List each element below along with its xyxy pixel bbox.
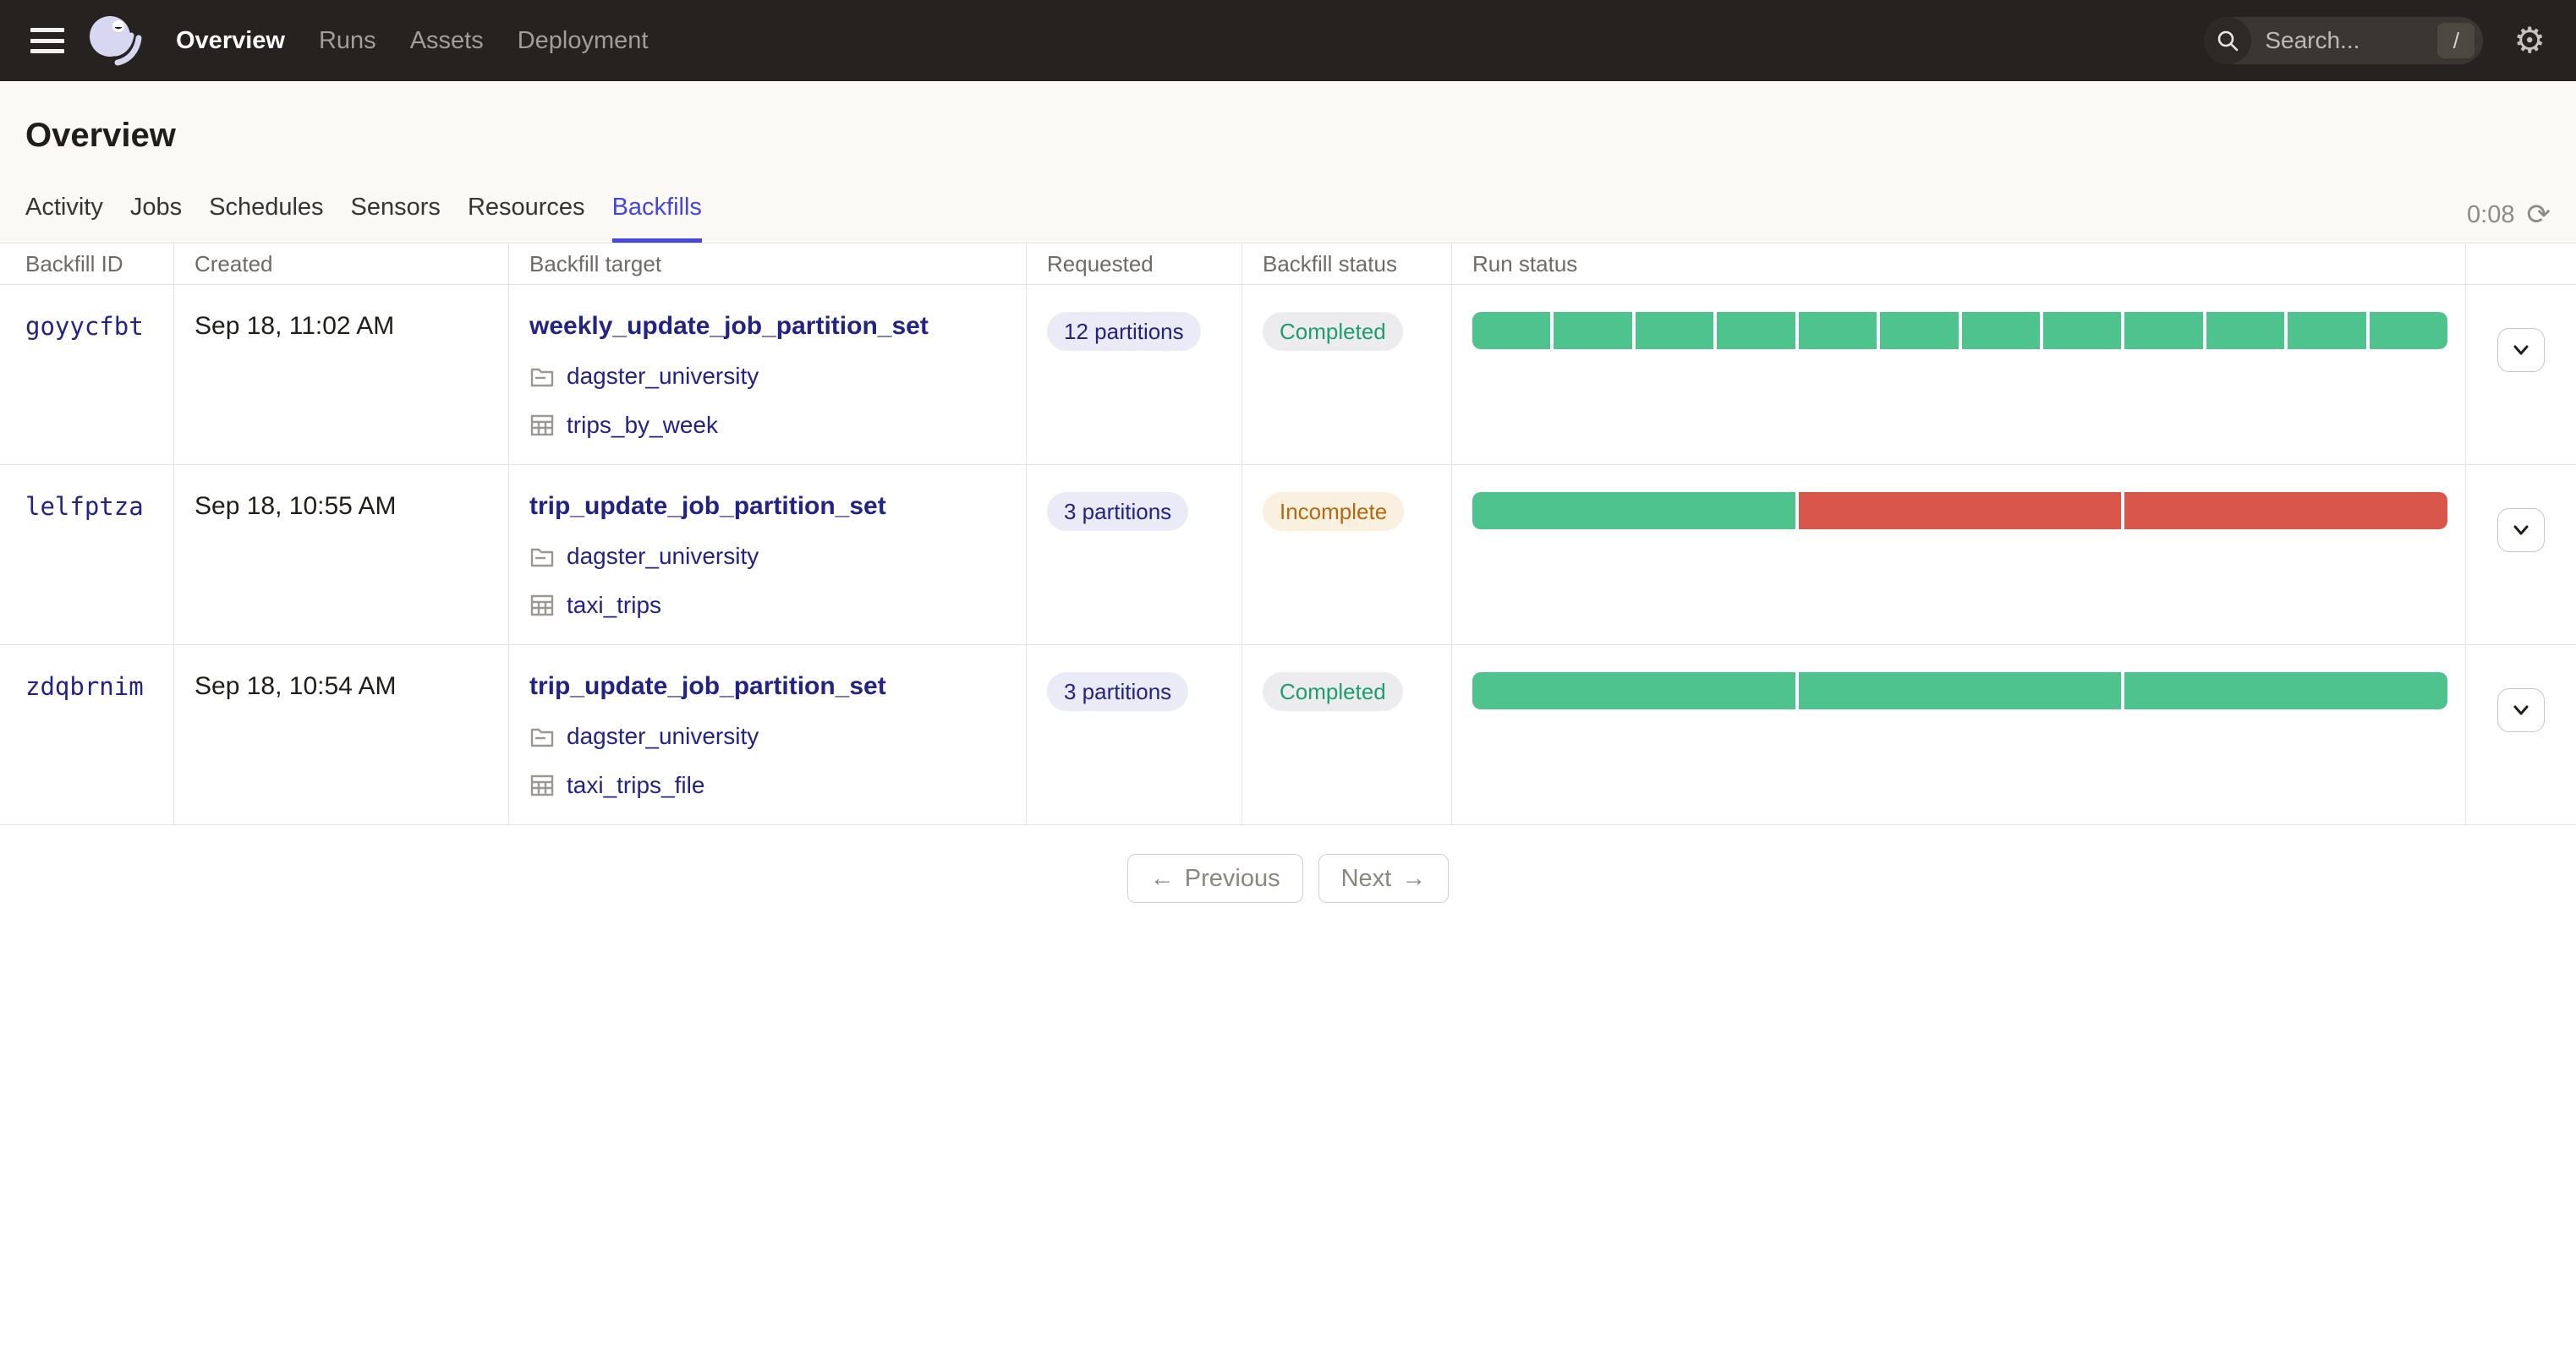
refresh-icon[interactable]: ⟳: [2527, 200, 2551, 229]
col-backfill-id: Backfill ID: [0, 244, 174, 285]
gear-icon[interactable]: ⚙: [2513, 23, 2546, 58]
backfill-id-link[interactable]: zdqbrnim: [25, 672, 144, 701]
col-actions: [2466, 244, 2576, 285]
refresh-countdown: 0:08: [2467, 200, 2515, 228]
requested-badge[interactable]: 3 partitions: [1047, 492, 1189, 531]
run-segment-success[interactable]: [2124, 312, 2203, 349]
col-run-status: Run status: [1452, 244, 2466, 285]
run-segment-success[interactable]: [1798, 312, 1877, 349]
nav-item-overview[interactable]: Overview: [176, 27, 285, 55]
overview-tabs: Activity Jobs Schedules Sensors Resource…: [25, 194, 702, 243]
tab-sensors[interactable]: Sensors: [351, 194, 441, 243]
page-title: Overview: [25, 117, 176, 154]
backfill-target-link[interactable]: trip_update_job_partition_set: [529, 672, 1026, 701]
requested-badge[interactable]: 12 partitions: [1047, 312, 1201, 351]
arrow-right-icon: →: [1401, 864, 1427, 892]
run-status-bar[interactable]: [1472, 492, 2447, 529]
chevron-down-icon: [2513, 345, 2529, 355]
run-segment-success[interactable]: [2124, 672, 2447, 709]
folder-icon: [530, 728, 554, 747]
row-actions-button[interactable]: [2497, 508, 2545, 552]
arrow-left-icon: ←: [1149, 864, 1175, 892]
tab-jobs[interactable]: Jobs: [130, 194, 182, 243]
created-timestamp: Sep 18, 10:54 AM: [174, 645, 509, 824]
run-segment-success[interactable]: [1880, 312, 1959, 349]
previous-page-button[interactable]: ← Previous: [1126, 854, 1303, 903]
run-segment-success[interactable]: [1635, 312, 1714, 349]
dagster-logo-icon[interactable]: [88, 14, 142, 68]
primary-nav: Overview Runs Assets Deployment: [176, 27, 648, 55]
search-icon: [2204, 17, 2252, 64]
run-segment-success[interactable]: [1554, 312, 1632, 349]
run-segment-success[interactable]: [1798, 672, 2122, 709]
backfill-id-link[interactable]: lelfptza: [25, 492, 144, 521]
asset-job-link[interactable]: trips_by_week: [567, 412, 718, 439]
tab-activity[interactable]: Activity: [25, 194, 103, 243]
menu-icon[interactable]: [30, 28, 64, 53]
backfill-status-badge: Completed: [1263, 672, 1403, 711]
backfill-target-link[interactable]: weekly_update_job_partition_set: [529, 312, 1026, 341]
run-segment-success[interactable]: [1472, 312, 1551, 349]
run-segment-success[interactable]: [2369, 312, 2447, 349]
run-status-bar[interactable]: [1472, 672, 2447, 709]
chevron-down-icon: [2513, 525, 2529, 535]
search-placeholder: Search...: [2265, 27, 2360, 53]
chevron-down-icon: [2513, 705, 2529, 715]
table-grid-icon: [530, 414, 554, 436]
top-nav: Overview Runs Assets Deployment Search..…: [0, 0, 2576, 81]
table-header: Backfill ID Created Backfill target Requ…: [0, 244, 2576, 285]
backfill-id-link[interactable]: goyycfbt: [25, 312, 144, 341]
row-actions-button[interactable]: [2497, 688, 2545, 732]
nav-item-runs[interactable]: Runs: [319, 27, 376, 55]
backfill-status-badge: Completed: [1263, 312, 1403, 351]
run-segment-success[interactable]: [1472, 492, 1795, 529]
next-page-button[interactable]: Next →: [1318, 854, 1450, 903]
table-grid-icon: [530, 594, 554, 616]
created-timestamp: Sep 18, 11:02 AM: [174, 285, 509, 464]
run-status-bar[interactable]: [1472, 312, 2447, 349]
col-requested: Requested: [1027, 244, 1242, 285]
requested-badge[interactable]: 3 partitions: [1047, 672, 1189, 711]
backfill-status-badge: Incomplete: [1263, 492, 1405, 531]
run-segment-success[interactable]: [2206, 312, 2285, 349]
run-segment-failure[interactable]: [1798, 492, 2122, 529]
code-location-link[interactable]: dagster_university: [567, 363, 759, 390]
tab-resources[interactable]: Resources: [468, 194, 585, 243]
page-header: Overview Activity Jobs Schedules Sensors…: [0, 81, 2576, 244]
table-row: goyycfbt Sep 18, 11:02 AM weekly_update_…: [0, 285, 2576, 465]
tab-schedules[interactable]: Schedules: [209, 194, 323, 243]
run-segment-success[interactable]: [2288, 312, 2366, 349]
pagination: ← Previous Next →: [0, 854, 2576, 903]
asset-job-link[interactable]: taxi_trips_file: [567, 772, 704, 799]
folder-icon: [530, 368, 554, 387]
backfill-target-link[interactable]: trip_update_job_partition_set: [529, 492, 1026, 521]
row-actions-button[interactable]: [2497, 328, 2545, 372]
code-location-link[interactable]: dagster_university: [567, 543, 759, 570]
run-segment-success[interactable]: [2042, 312, 2122, 349]
table-grid-icon: [530, 774, 554, 796]
col-backfill-target: Backfill target: [509, 244, 1027, 285]
search-shortcut-key: /: [2437, 23, 2475, 58]
table-row: lelfptza Sep 18, 10:55 AM trip_update_jo…: [0, 465, 2576, 645]
col-backfill-status: Backfill status: [1242, 244, 1452, 285]
run-segment-success[interactable]: [1472, 672, 1795, 709]
run-segment-success[interactable]: [1961, 312, 2040, 349]
run-segment-failure[interactable]: [2124, 492, 2447, 529]
search-input[interactable]: Search... /: [2204, 17, 2484, 64]
run-segment-success[interactable]: [1717, 312, 1795, 349]
tab-backfills[interactable]: Backfills: [611, 194, 702, 243]
asset-job-link[interactable]: taxi_trips: [567, 592, 661, 619]
code-location-link[interactable]: dagster_university: [567, 723, 759, 750]
nav-item-deployment[interactable]: Deployment: [518, 27, 649, 55]
nav-item-assets[interactable]: Assets: [410, 27, 484, 55]
folder-icon: [530, 548, 554, 567]
table-row: zdqbrnim Sep 18, 10:54 AM trip_update_jo…: [0, 645, 2576, 825]
col-created: Created: [174, 244, 509, 285]
created-timestamp: Sep 18, 10:55 AM: [174, 465, 509, 644]
